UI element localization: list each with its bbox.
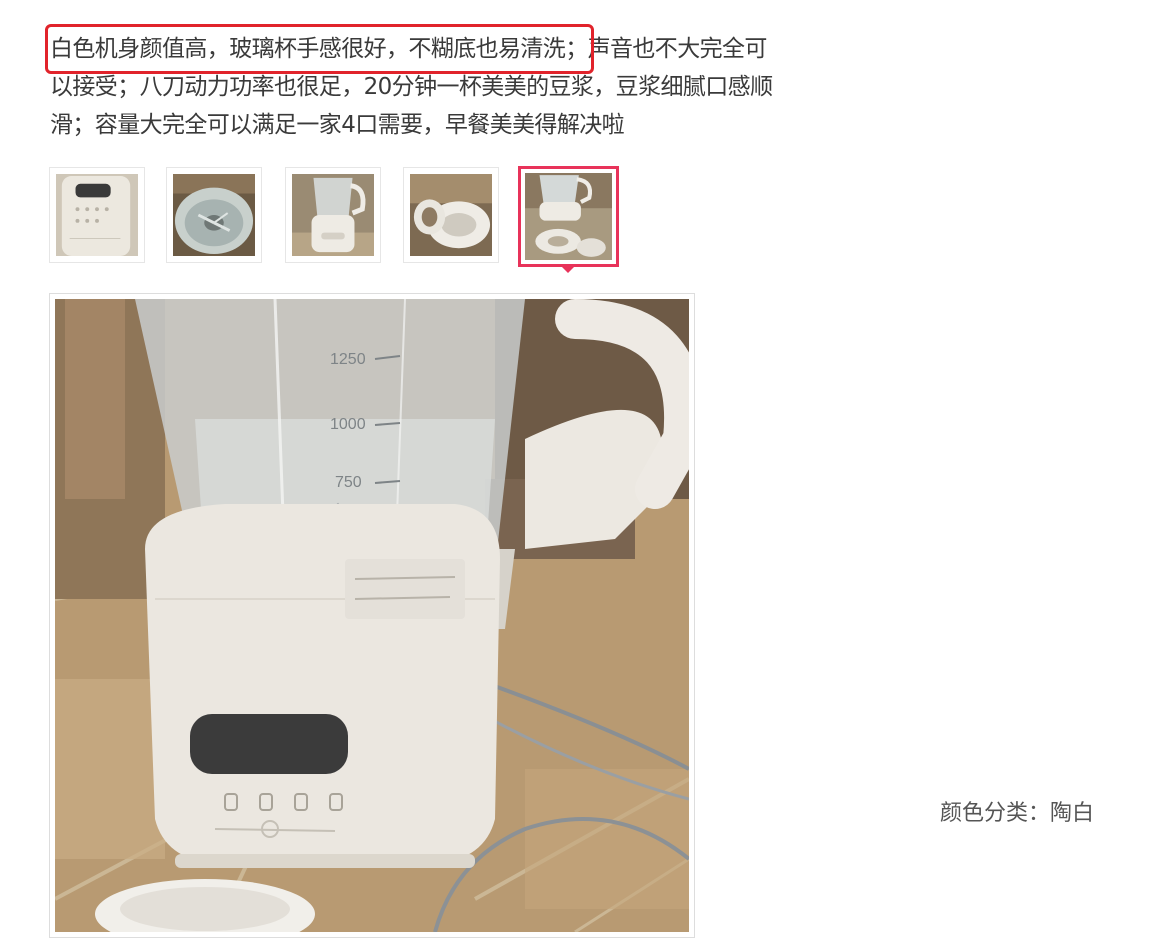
jar-marking-1250: 1250	[330, 351, 366, 368]
color-attribute-value: 陶白	[1050, 801, 1095, 826]
thumb-image	[410, 174, 492, 256]
thumb-image	[173, 174, 255, 256]
photo-image: 1250 1000 750	[55, 299, 689, 932]
thumb-glass-jar-top[interactable]	[166, 167, 262, 263]
review-line-3: 滑；容量大完全可以满足一家4口需要，早餐美美得解决啦	[50, 112, 625, 138]
thumb-blender-accessories[interactable]	[518, 166, 619, 267]
thumb-image	[56, 174, 138, 256]
thumb-image	[292, 174, 374, 256]
review-line-1-rest: 声音也不大完全可	[587, 36, 768, 62]
color-attribute: 颜色分类：陶白	[940, 795, 1094, 827]
thumb-blender-jar[interactable]	[285, 167, 381, 263]
jar-marking-1000: 1000	[330, 416, 366, 433]
main-product-photo[interactable]: 1250 1000 750	[49, 293, 695, 938]
jar-marking-750: 750	[335, 474, 362, 491]
review-line-1: 白色机身颜值高，玻璃杯手感很好，不糊底也易清洗；声音也不大完全可	[45, 24, 870, 74]
thumb-blender-parts[interactable]	[403, 167, 499, 263]
color-attribute-label: 颜色分类：	[940, 801, 1051, 826]
review-text: 白色机身颜值高，玻璃杯手感很好，不糊底也易清洗；声音也不大完全可 以接受；八刀动…	[45, 24, 870, 144]
selected-thumb-indicator	[560, 265, 576, 273]
review-line-2: 以接受；八刀动力功率也很足，20分钟一杯美美的豆浆，豆浆细腻口感顺	[50, 74, 773, 100]
thumb-blender-front[interactable]	[49, 167, 145, 263]
thumb-image	[525, 173, 612, 260]
review-highlight: 白色机身颜值高，玻璃杯手感很好，不糊底也易清洗；	[45, 24, 594, 74]
